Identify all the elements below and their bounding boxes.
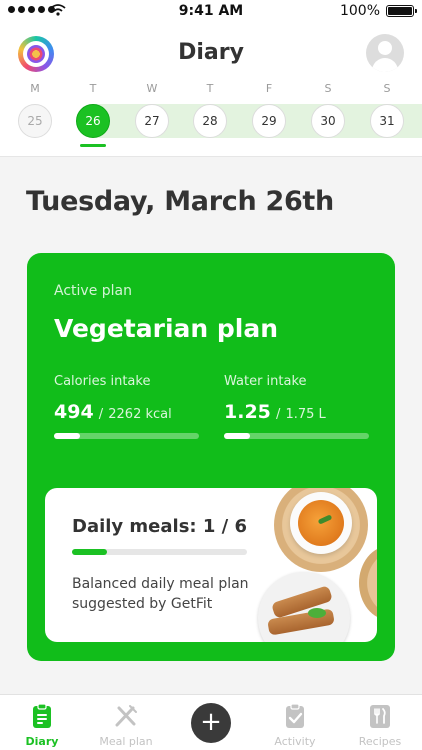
day-letter: S — [324, 82, 332, 95]
tab-meal-plan[interactable]: Meal plan — [84, 695, 168, 750]
calories-target: 2262 kcal — [108, 407, 172, 422]
day-letter: T — [206, 82, 214, 95]
daily-meals-card[interactable]: Daily meals: 1 / 6 Balanced daily meal p… — [45, 488, 377, 642]
day-date: 26 — [76, 104, 110, 138]
sandwich-plate-image — [258, 572, 350, 642]
meals-description: Balanced daily meal plan suggested by Ge… — [72, 576, 249, 612]
week-strip: M 25 T 26 W 27 T 28 F 29 S 30 S 31 — [0, 82, 422, 152]
calories-value: 494 — [54, 401, 94, 423]
meals-progress-fill — [72, 549, 107, 555]
day-date: 29 — [252, 104, 286, 138]
cutlery-card-icon — [370, 705, 390, 728]
day-letter: T — [89, 82, 97, 95]
water-target: 1.75 L — [285, 407, 326, 422]
calories-stat: Calories intake 494 / 2262 kcal — [54, 374, 199, 439]
calories-progress-bar — [54, 433, 199, 439]
user-head-icon — [378, 41, 392, 55]
calories-progress-fill — [54, 433, 81, 439]
day-date: 28 — [193, 104, 227, 138]
header: Diary M 25 T 26 W 27 T 28 F 29 S 30 S 31 — [0, 22, 422, 157]
water-value: 1.25 — [224, 401, 271, 423]
calories-label: Calories intake — [54, 374, 151, 389]
plan-name: Vegetarian plan — [54, 314, 279, 343]
day-date: 31 — [370, 104, 404, 138]
day-date: 27 — [135, 104, 169, 138]
tab-label: Diary — [25, 735, 59, 748]
fork-knife-icon — [115, 705, 137, 727]
day-date: 25 — [18, 104, 52, 138]
water-progress-bar — [224, 433, 369, 439]
water-label: Water intake — [224, 374, 307, 389]
tab-label: Meal plan — [99, 735, 153, 748]
day-26[interactable]: T 26 — [76, 82, 110, 147]
date-heading: Tuesday, March 26th — [26, 186, 334, 217]
side-dish-image — [359, 546, 377, 620]
day-28[interactable]: T 28 — [193, 82, 227, 138]
add-button[interactable]: + — [191, 703, 231, 743]
day-31[interactable]: S 31 — [370, 82, 404, 138]
user-body-icon — [372, 58, 398, 72]
checklist-icon — [286, 703, 304, 728]
water-separator: / — [275, 407, 281, 422]
day-letter: W — [146, 82, 158, 95]
tab-recipes[interactable]: Recipes — [338, 695, 422, 750]
day-30[interactable]: S 30 — [311, 82, 345, 138]
clipboard-icon — [33, 703, 51, 728]
tab-diary[interactable]: Diary — [0, 695, 84, 750]
meals-progress-bar — [72, 549, 247, 555]
day-27[interactable]: W 27 — [135, 82, 169, 138]
water-stat: Water intake 1.25 / 1.75 L — [224, 374, 369, 439]
status-bar: 9:41 AM 100% — [0, 0, 422, 22]
selected-day-indicator — [80, 144, 106, 147]
day-letter: M — [30, 82, 40, 95]
battery-percent: 100% — [339, 3, 380, 19]
day-29[interactable]: F 29 — [252, 82, 286, 138]
daily-meals-title: Daily meals: 1 / 6 — [72, 516, 248, 537]
tab-activity[interactable]: Activity — [253, 695, 337, 750]
page-title: Diary — [178, 40, 244, 65]
battery-icon — [386, 5, 417, 17]
avatar[interactable] — [366, 34, 404, 72]
tab-label: Recipes — [358, 735, 402, 748]
water-progress-fill — [224, 433, 251, 439]
day-letter: F — [265, 82, 273, 95]
tab-bar: Diary Meal plan + Activity Recipes — [0, 694, 422, 750]
day-date: 30 — [311, 104, 345, 138]
soup-bowl-image — [274, 488, 368, 572]
calories-separator: / — [98, 407, 104, 422]
day-letter: S — [383, 82, 391, 95]
day-25[interactable]: M 25 — [18, 82, 52, 138]
tab-label: Activity — [274, 735, 316, 748]
plan-caption: Active plan — [54, 283, 132, 299]
active-plan-card[interactable]: Active plan Vegetarian plan Calories int… — [27, 253, 395, 661]
